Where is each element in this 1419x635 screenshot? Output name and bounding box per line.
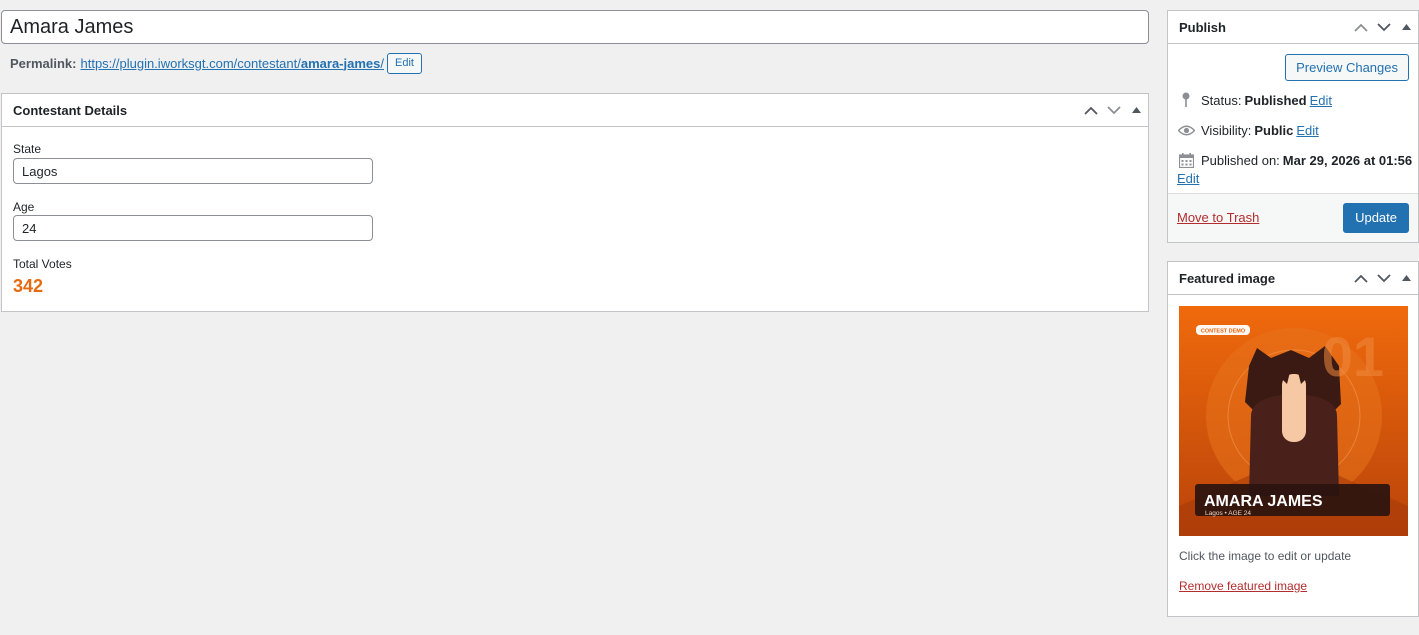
permalink-bar: Permalink: https://plugin.iworksgt.com/c… (10, 52, 422, 74)
age-label: Age (13, 200, 35, 214)
move-down-icon[interactable] (1372, 11, 1395, 44)
toggle-panel-icon[interactable] (1395, 11, 1418, 44)
total-votes-label: Total Votes (13, 257, 72, 271)
featured-image-help-text: Click the image to edit or update (1179, 549, 1352, 563)
status-row: Status: Published Edit (1177, 92, 1332, 108)
image-meta-text: Lagos • AGE 24 (1205, 510, 1251, 517)
publish-actions: Move to Trash Update (1168, 193, 1418, 242)
permalink-slug: amara-james (300, 55, 381, 71)
eye-icon (1177, 122, 1195, 138)
contestant-details-header: Contestant Details (2, 94, 1148, 127)
preview-changes-button[interactable]: Preview Changes (1285, 54, 1409, 81)
status-label: Status: (1201, 92, 1242, 108)
move-up-icon[interactable] (1079, 94, 1102, 127)
contestant-portrait-image: CONTEST DEMO 01 AMARA JAMES Lagos • AGE … (1179, 306, 1408, 536)
contestant-details-box: Contestant Details State Age Total Votes… (1, 93, 1149, 312)
toggle-panel-icon[interactable] (1125, 94, 1148, 127)
permalink-trailing: / (380, 55, 384, 71)
image-name-text: AMARA JAMES (1204, 493, 1323, 510)
featured-image-thumbnail[interactable]: CONTEST DEMO 01 AMARA JAMES Lagos • AGE … (1179, 306, 1408, 536)
permalink-label: Permalink: (10, 55, 77, 71)
contestant-details-title: Contestant Details (13, 102, 128, 118)
publish-header: Publish (1168, 11, 1418, 44)
permalink-base: https://plugin.iworksgt.com/contestant/ (80, 55, 301, 71)
published-value: Mar 29, 2026 at 01:56 (1282, 152, 1413, 168)
calendar-icon (1177, 152, 1195, 168)
post-title-input[interactable] (1, 10, 1149, 44)
published-edit-link[interactable]: Edit (1177, 171, 1199, 186)
status-value: Published (1244, 92, 1307, 108)
image-badge-text: CONTEST DEMO (1201, 329, 1246, 335)
permalink-edit-button[interactable]: Edit (387, 52, 422, 74)
pin-icon (1177, 92, 1195, 108)
toggle-panel-icon[interactable] (1395, 262, 1418, 295)
state-input[interactable] (13, 158, 373, 184)
visibility-edit-link[interactable]: Edit (1296, 123, 1318, 138)
move-up-icon[interactable] (1349, 262, 1372, 295)
visibility-value: Public (1254, 122, 1294, 138)
visibility-row: Visibility: Public Edit (1177, 122, 1319, 138)
total-votes-value: 342 (13, 276, 44, 296)
image-number-text: 01 (1322, 325, 1384, 388)
permalink-link[interactable]: https://plugin.iworksgt.com/contestant/a… (80, 56, 384, 71)
remove-featured-image-link[interactable]: Remove featured image (1179, 579, 1307, 593)
featured-image-box: Featured image CONTEST DEMO 01 AMARA JAM… (1167, 261, 1419, 617)
move-down-icon[interactable] (1372, 262, 1395, 295)
move-up-icon[interactable] (1349, 11, 1372, 44)
move-down-icon[interactable] (1102, 94, 1125, 127)
published-on-row: Published on: Mar 29, 2026 at 01:56 (1177, 152, 1415, 168)
state-label: State (13, 142, 42, 156)
publish-title: Publish (1179, 19, 1226, 35)
age-input[interactable] (13, 215, 373, 241)
featured-image-title: Featured image (1179, 270, 1276, 286)
featured-image-header: Featured image (1168, 262, 1418, 295)
publish-box: Publish Preview Changes Status: Published… (1167, 10, 1419, 243)
update-button[interactable]: Update (1343, 203, 1409, 233)
visibility-label: Visibility: (1201, 122, 1252, 138)
status-edit-link[interactable]: Edit (1310, 93, 1332, 108)
move-to-trash-link[interactable]: Move to Trash (1177, 210, 1259, 225)
published-label: Published on: (1201, 152, 1280, 168)
